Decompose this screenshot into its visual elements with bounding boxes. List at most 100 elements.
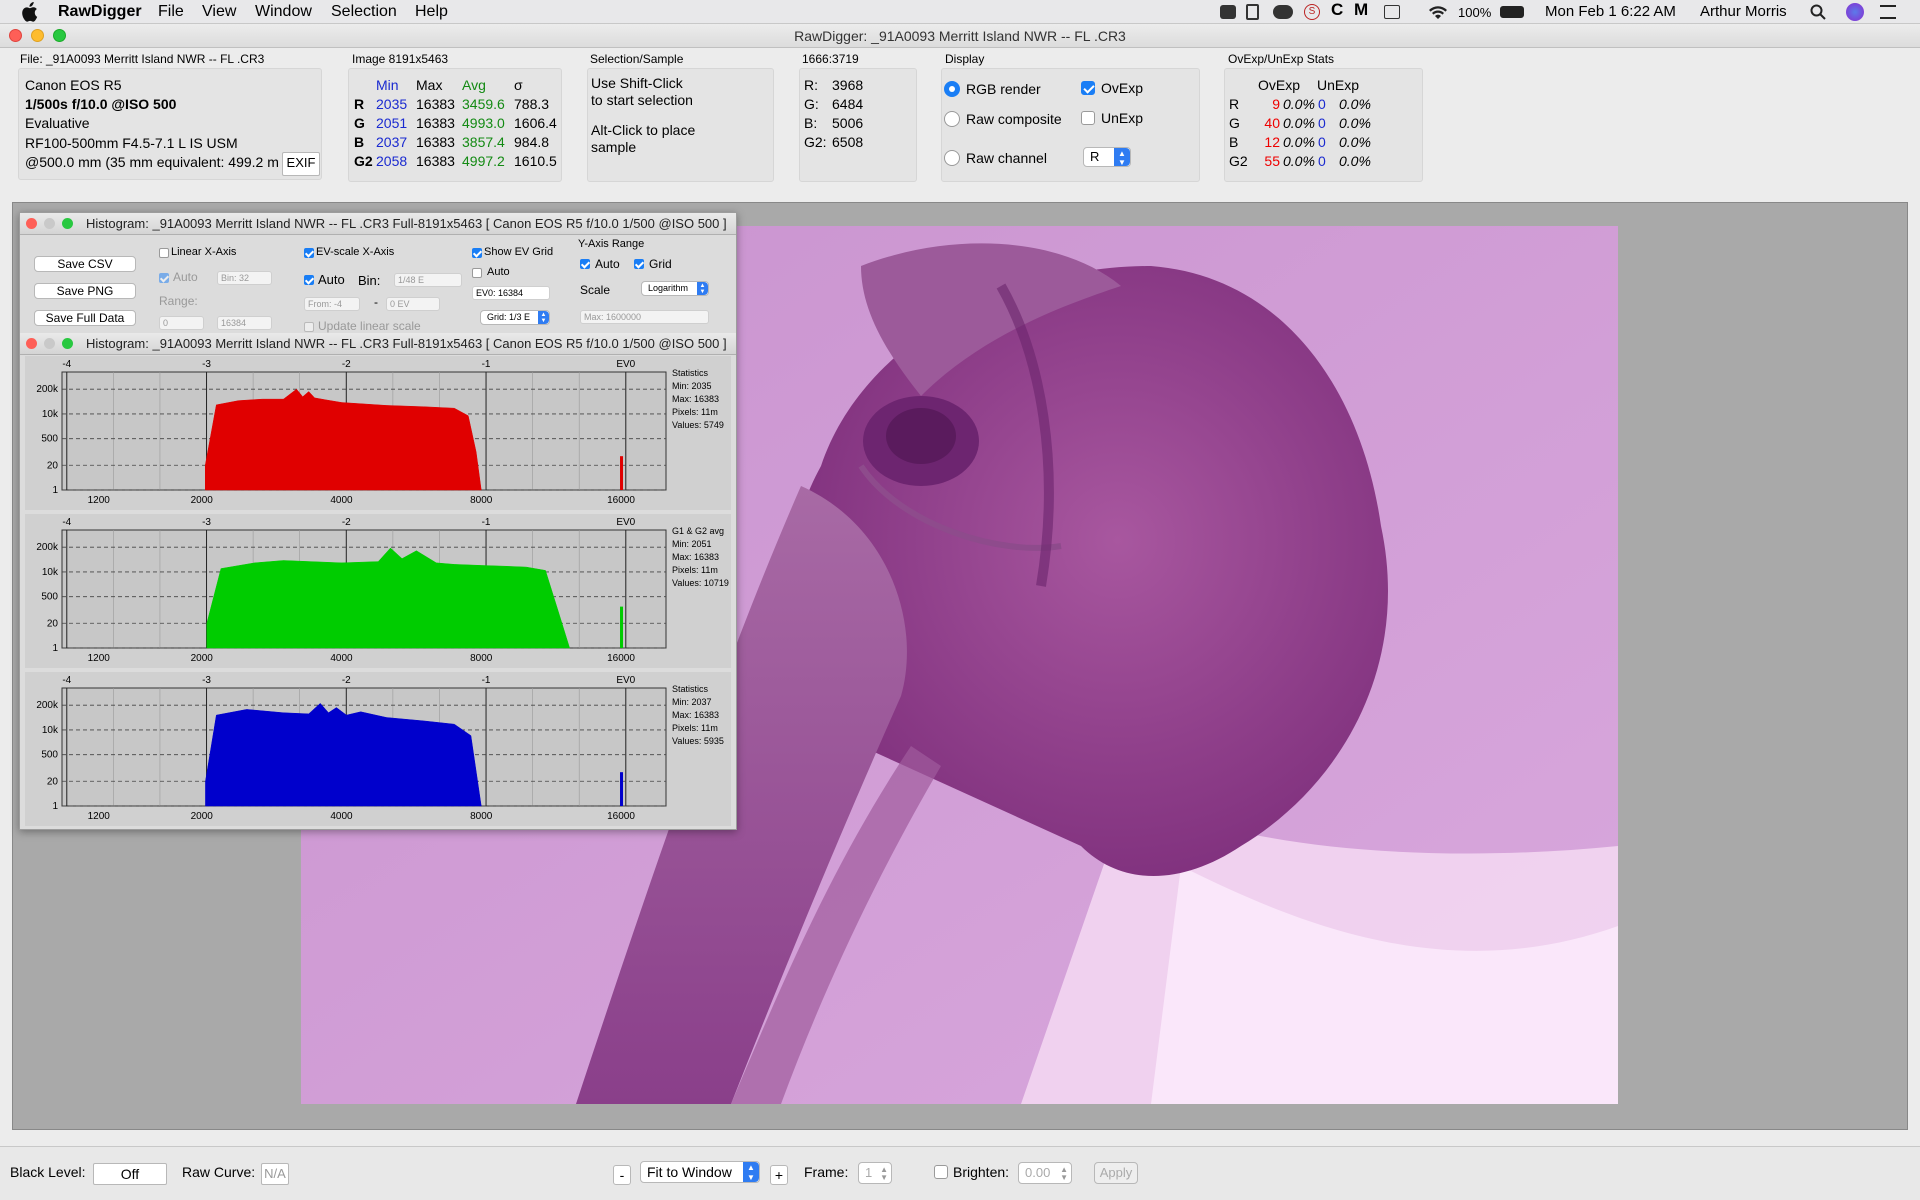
exif-button[interactable]: EXIF: [282, 152, 320, 176]
ev0-field[interactable]: EV0: 16384: [472, 286, 550, 300]
y-tick-label: 500: [41, 434, 58, 445]
menu-file[interactable]: File: [158, 2, 184, 22]
stats-col-ovexp: OvExp: [1258, 77, 1301, 93]
y-tick-label: 10k: [42, 567, 59, 578]
y-tick-label: 10k: [42, 725, 59, 736]
c-icon[interactable]: C: [1331, 1, 1343, 19]
menubar-clock[interactable]: Mon Feb 1 6:22 AM: [1545, 3, 1676, 21]
range-from-field[interactable]: 0: [159, 316, 204, 330]
ev-grid-select[interactable]: Grid: 1/3 E ▲ ▼: [480, 310, 550, 325]
save-csv-button[interactable]: Save CSV: [34, 256, 136, 272]
ev-scale-checkbox[interactable]: [304, 248, 314, 258]
rgb-render-label[interactable]: RGB render: [966, 81, 1041, 97]
ev-auto-checkbox[interactable]: [304, 275, 314, 285]
linear-auto-checkbox[interactable]: [159, 273, 169, 283]
image-stats-panel: Min Max Avg σ R 2035 16383 3459.6 788.3 …: [348, 68, 562, 182]
y-auto-checkbox[interactable]: [580, 259, 590, 269]
apply-button[interactable]: Apply: [1094, 1162, 1138, 1184]
zoom-select[interactable]: Fit to Window ▲ ▼: [640, 1161, 760, 1183]
linear-x-axis-checkbox[interactable]: [159, 248, 169, 258]
film-icon[interactable]: [1246, 4, 1259, 20]
zoom-window-button[interactable]: [53, 29, 66, 42]
histogram-zoom-button[interactable]: [62, 218, 73, 229]
ev-from-field[interactable]: From: -4: [304, 297, 360, 311]
zoom-out-button[interactable]: -: [613, 1165, 631, 1185]
histogram-inner-title: Histogram: _91A0093 Merritt Island NWR -…: [86, 336, 727, 351]
unexp-label[interactable]: UnExp: [1101, 110, 1143, 126]
unexp-checkbox[interactable]: [1081, 111, 1095, 125]
brighten-checkbox[interactable]: [934, 1165, 948, 1179]
stats-row-unp: 0.0%: [1339, 115, 1371, 131]
show-ev-grid-checkbox[interactable]: [472, 248, 482, 258]
histogram-stats-text: Pixels: 11m: [672, 565, 718, 575]
raw-channel-select[interactable]: R ▲ ▼: [1083, 147, 1131, 167]
y-scale-select[interactable]: Logarithm ▲ ▼: [641, 281, 709, 296]
raw-composite-radio[interactable]: [944, 111, 960, 127]
ev-grid-auto-checkbox[interactable]: [472, 268, 482, 278]
display-icon[interactable]: [1384, 5, 1400, 19]
linear-bin-field[interactable]: Bin: 32: [217, 271, 272, 285]
y-max-field[interactable]: Max: 1600000: [580, 310, 709, 324]
ev-grid-auto-label[interactable]: Auto: [487, 266, 510, 278]
camera-model: Canon EOS R5: [25, 77, 122, 93]
range-to-field[interactable]: 16384: [217, 316, 272, 330]
y-grid-label[interactable]: Grid: [649, 257, 672, 271]
ev-auto-label[interactable]: Auto: [318, 272, 345, 287]
apple-icon[interactable]: [20, 2, 38, 22]
m-icon[interactable]: M: [1354, 1, 1368, 19]
stats-row-channel: R: [1229, 96, 1240, 112]
close-window-button[interactable]: [9, 29, 22, 42]
save-png-button[interactable]: Save PNG: [34, 283, 136, 299]
col-sigma: σ: [514, 77, 523, 93]
ev-bin-field[interactable]: 1/48 E: [394, 273, 462, 287]
raw-channel-label[interactable]: Raw channel: [966, 150, 1047, 166]
raw-channel-radio[interactable]: [944, 150, 960, 166]
ovexp-checkbox[interactable]: [1081, 81, 1095, 95]
camera-icon[interactable]: [1220, 5, 1236, 19]
raw-composite-label[interactable]: Raw composite: [966, 111, 1062, 127]
update-linear-checkbox[interactable]: [304, 322, 314, 332]
rgb-render-radio[interactable]: [944, 81, 960, 97]
y-auto-label[interactable]: Auto: [595, 257, 620, 271]
brighten-stepper-value: 0.00: [1025, 1165, 1051, 1180]
histogram-stats-text: Max: 16383: [672, 552, 719, 562]
histogram-inner-title-bar: Histogram: _91A0093 Merritt Island NWR -…: [20, 333, 736, 355]
menu-app-name[interactable]: RawDigger: [58, 2, 142, 22]
ev-to-field[interactable]: 0 EV: [386, 297, 440, 311]
ev-scale-label[interactable]: EV-scale X-Axis: [316, 246, 394, 258]
black-level-button[interactable]: Off: [93, 1163, 167, 1185]
brighten-stepper[interactable]: 0.00 ▲ ▼: [1018, 1162, 1072, 1184]
s-circle-icon[interactable]: S: [1304, 4, 1320, 20]
window-title: RawDigger: _91A0093 Merritt Island NWR -…: [794, 28, 1126, 44]
control-center-icon[interactable]: [1880, 5, 1896, 19]
cloud-icon[interactable]: [1273, 5, 1293, 19]
zoom-in-button[interactable]: +: [770, 1165, 788, 1185]
save-full-data-button[interactable]: Save Full Data: [34, 310, 136, 326]
frame-stepper[interactable]: 1 ▲ ▼: [858, 1162, 892, 1184]
linear-auto-label[interactable]: Auto: [173, 270, 198, 284]
battery-icon[interactable]: [1500, 6, 1524, 18]
raw-curve-button[interactable]: N/A: [261, 1163, 289, 1185]
ovexp-label[interactable]: OvExp: [1101, 80, 1143, 96]
histogram-stats-text: Statistics: [672, 684, 709, 694]
menu-window[interactable]: Window: [255, 2, 312, 22]
siri-icon[interactable]: [1846, 3, 1864, 21]
stats-row-ovp: 0.0%: [1283, 115, 1315, 131]
inner-close-button[interactable]: [26, 338, 37, 349]
histogram-close-button[interactable]: [26, 218, 37, 229]
y-grid-checkbox[interactable]: [634, 259, 644, 269]
linear-x-axis-label[interactable]: Linear X-Axis: [171, 246, 236, 258]
menu-selection[interactable]: Selection: [331, 2, 397, 22]
update-linear-label[interactable]: Update linear scale: [318, 319, 421, 333]
col-avg: Avg: [462, 77, 486, 93]
menu-help[interactable]: Help: [415, 2, 448, 22]
minimize-window-button[interactable]: [31, 29, 44, 42]
search-icon[interactable]: [1810, 4, 1826, 20]
menu-view[interactable]: View: [202, 2, 236, 22]
show-ev-grid-label[interactable]: Show EV Grid: [484, 246, 553, 258]
wifi-icon[interactable]: [1428, 5, 1448, 20]
menubar-user[interactable]: Arthur Morris: [1700, 3, 1787, 21]
histogram-minimize-button[interactable]: [44, 218, 55, 229]
inner-zoom-button[interactable]: [62, 338, 73, 349]
inner-minimize-button[interactable]: [44, 338, 55, 349]
